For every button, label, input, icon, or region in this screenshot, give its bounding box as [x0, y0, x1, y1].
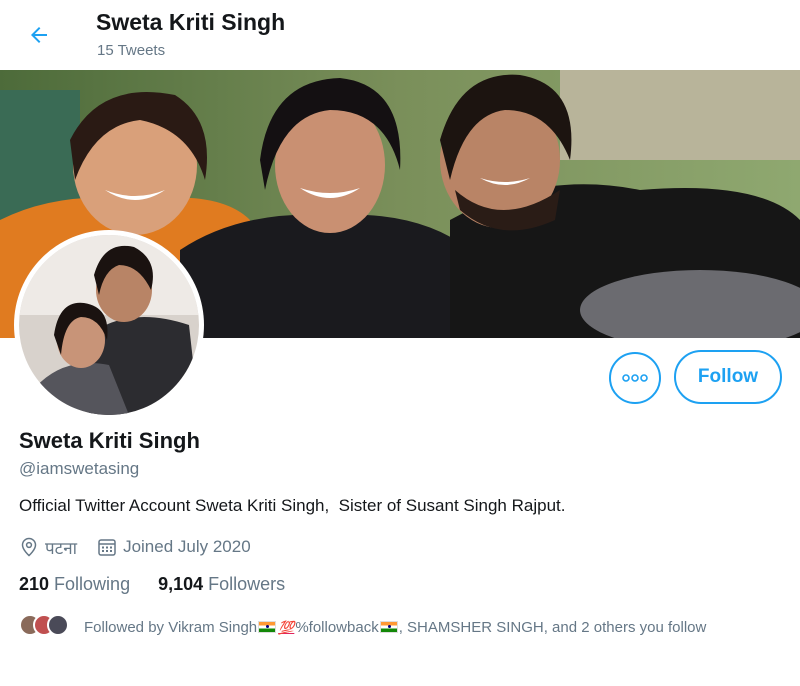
followed-by-text: Followed by Vikram Singh 💯%followback , SH…	[84, 616, 764, 640]
avatar	[47, 614, 69, 636]
profile-location: पटना	[45, 538, 78, 558]
profile-avatar[interactable]	[14, 230, 204, 420]
followed-by-avatars	[19, 614, 73, 638]
profile-joined: Joined July 2020	[123, 537, 251, 556]
profile-stats: 210 Following 9,104 Followers	[19, 574, 313, 595]
followed-by-mid: %followback	[295, 619, 379, 636]
top-bar: Sweta Kriti Singh 15 Tweets	[0, 0, 800, 70]
followers-label: Followers	[208, 574, 286, 594]
back-arrow-icon	[31, 27, 47, 43]
india-flag-icon	[258, 621, 277, 633]
tweet-count: 15 Tweets	[97, 42, 166, 59]
calendar-icon	[97, 537, 117, 557]
followers-link[interactable]: 9,104 Followers	[158, 574, 285, 595]
followed-by-suffix: , SHAMSHER SINGH, and 2 others you follo…	[398, 619, 707, 636]
more-options-button[interactable]	[609, 352, 661, 404]
back-button[interactable]	[22, 18, 56, 52]
followed-by-prefix: Followed by Vikram Singh	[84, 619, 258, 636]
following-link[interactable]: 210 Following	[19, 574, 130, 595]
more-icon	[622, 374, 648, 382]
profile-handle: @iamswetasing	[19, 459, 140, 478]
header-name: Sweta Kriti Singh	[96, 9, 286, 35]
following-count: 210	[19, 574, 50, 594]
profile-meta: पटना Joined July 2020	[19, 535, 251, 559]
india-flag-icon	[379, 621, 398, 633]
profile-name: Sweta Kriti Singh	[19, 428, 200, 453]
profile-bio: Official Twitter Account Sweta Kriti Sin…	[19, 496, 566, 515]
hundred-emoji: 💯	[278, 620, 295, 635]
location-icon	[19, 537, 39, 557]
following-label: Following	[54, 574, 131, 594]
followers-count: 9,104	[158, 574, 204, 594]
follow-button[interactable]: Follow	[674, 350, 782, 404]
